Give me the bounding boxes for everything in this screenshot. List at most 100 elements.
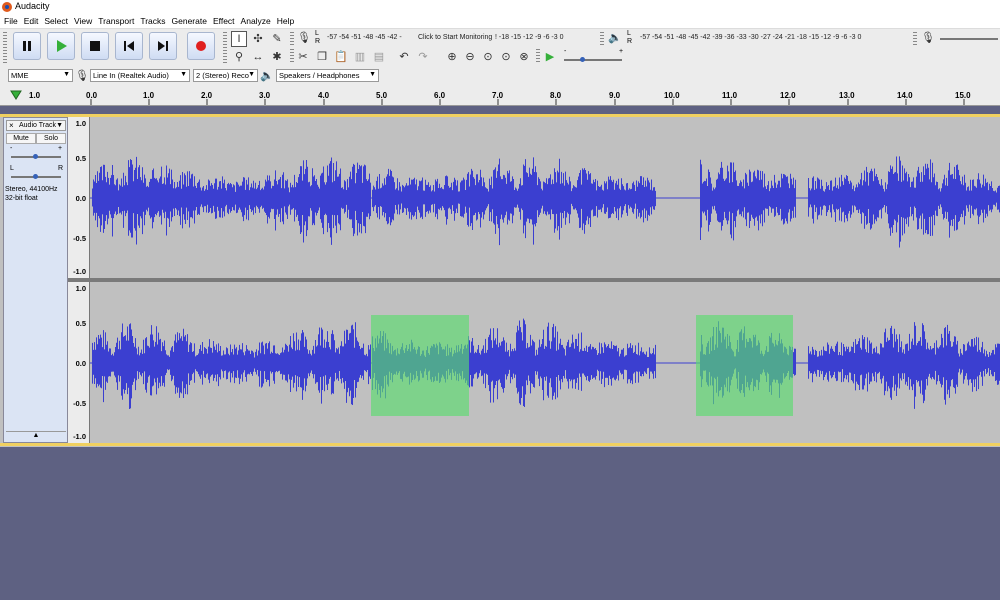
zoom-toggle-icon[interactable]: ⊗ xyxy=(516,49,532,65)
track-info-bitdepth: 32-bit float xyxy=(5,195,38,202)
menu-generate[interactable]: Generate xyxy=(169,14,210,26)
track-info-format: Stereo, 44100Hz xyxy=(5,186,58,193)
title-bar: Audacity xyxy=(0,0,1000,14)
pan-left-label: L xyxy=(10,165,14,172)
input-volume-slider[interactable] xyxy=(940,38,998,40)
menu-analyze[interactable]: Analyze xyxy=(238,14,274,26)
window-title: Audacity xyxy=(15,1,50,11)
record-button[interactable] xyxy=(187,32,215,60)
record-meter-l: L xyxy=(315,30,319,37)
play-icon xyxy=(57,40,67,52)
play-at-speed-icon[interactable]: ▶ xyxy=(542,49,558,65)
menu-tracks[interactable]: Tracks xyxy=(137,14,168,26)
ruler-label: 12.0 xyxy=(780,91,796,100)
record-icon xyxy=(196,41,206,51)
paste-icon[interactable]: 📋 xyxy=(333,49,349,65)
ruler-label: 2.0 xyxy=(201,91,213,100)
track-control-panel: × Audio Track ▼ Mute Solo - + L R Stereo… xyxy=(3,117,68,443)
ruler-label: 15.0 xyxy=(955,91,971,100)
trim-icon[interactable]: ▥ xyxy=(352,49,368,65)
menu-select[interactable]: Select xyxy=(41,14,71,26)
skip-to-end-icon xyxy=(158,41,168,51)
ruler-label: 9.0 xyxy=(609,91,621,100)
fit-selection-icon[interactable]: ⊙ xyxy=(480,49,496,65)
timeshift-tool-icon[interactable]: ↔ xyxy=(250,49,266,65)
envelope-tool-icon[interactable]: ✣ xyxy=(250,31,266,47)
speaker-icon[interactable]: 🔈 xyxy=(607,30,623,46)
collapse-track-button[interactable]: ▲ xyxy=(6,431,66,442)
toolbar-grip[interactable] xyxy=(536,49,540,63)
play-button[interactable] xyxy=(47,32,75,60)
zoom-tool-icon[interactable]: ⚲ xyxy=(231,49,247,65)
pause-button[interactable] xyxy=(13,32,41,60)
amplitude-label: 0.5 xyxy=(75,319,86,328)
gain-slider-knob[interactable] xyxy=(33,154,38,159)
play-speed-slider[interactable] xyxy=(564,59,622,61)
stop-icon xyxy=(90,41,100,51)
input-device-select[interactable]: Line In (Realtek Audio) ▼ xyxy=(90,69,190,82)
mute-button[interactable]: Mute xyxy=(6,133,36,144)
zoom-out-icon[interactable]: ⊖ xyxy=(462,49,478,65)
cut-icon[interactable]: ✂ xyxy=(295,49,311,65)
amplitude-label: -1.0 xyxy=(73,432,86,441)
ruler-label: 4.0 xyxy=(318,91,330,100)
pan-slider-knob[interactable] xyxy=(33,174,38,179)
play-meter-ticks: -57 -54 -51 -48 -45 -42 -39 -36 -33 -30 … xyxy=(640,34,862,41)
silence-icon[interactable]: ▤ xyxy=(371,49,387,65)
zoom-in-icon[interactable]: ⊕ xyxy=(444,49,460,65)
selection-region[interactable] xyxy=(696,315,793,416)
menu-help[interactable]: Help xyxy=(274,14,297,26)
toolbar-grip[interactable] xyxy=(290,49,294,63)
fit-project-icon[interactable]: ⊙ xyxy=(498,49,514,65)
track-name: Audio Track xyxy=(19,122,56,129)
channels-select[interactable]: 2 (Stereo) Reco ▼ xyxy=(193,69,258,82)
record-meter-prompt[interactable]: Click to Start Monitoring xyxy=(418,34,492,41)
toolbar-grip[interactable] xyxy=(3,32,7,64)
menu-file[interactable]: File xyxy=(0,14,21,26)
menu-edit[interactable]: Edit xyxy=(21,14,42,26)
menu-transport[interactable]: Transport xyxy=(95,14,137,26)
menu-effect[interactable]: Effect xyxy=(210,14,238,26)
ruler-label: 6.0 xyxy=(434,91,446,100)
toolbar-grip[interactable] xyxy=(600,32,604,46)
close-icon[interactable]: × xyxy=(9,121,14,130)
ruler-label: 5.0 xyxy=(376,91,388,100)
output-device-select[interactable]: Speakers / Headphones ▼ xyxy=(276,69,379,82)
ruler-label: 8.0 xyxy=(550,91,562,100)
selection-region[interactable] xyxy=(371,315,469,416)
left-channel-waveform[interactable] xyxy=(90,117,1000,278)
selection-tool-icon[interactable]: I xyxy=(231,31,247,47)
toolbar-grip[interactable] xyxy=(223,32,227,64)
waveform[interactable] xyxy=(90,282,1000,443)
multi-tool-icon[interactable]: ✱ xyxy=(269,49,285,65)
undo-icon[interactable]: ↶ xyxy=(396,49,412,65)
skip-to-end-button[interactable] xyxy=(149,32,177,60)
stop-button[interactable] xyxy=(81,32,109,60)
track-menu-button[interactable]: × Audio Track ▼ xyxy=(6,120,66,131)
solo-button[interactable]: Solo xyxy=(36,133,66,144)
microphone-icon[interactable]: 🎙 xyxy=(296,30,312,46)
copy-icon[interactable]: ❐ xyxy=(314,49,330,65)
ruler-label: 0.0 xyxy=(86,91,98,100)
draw-tool-icon[interactable]: ✎ xyxy=(269,31,285,47)
amplitude-label: 0.0 xyxy=(75,359,86,368)
chevron-down-icon: ▼ xyxy=(369,71,376,78)
toolbar-grip[interactable] xyxy=(913,32,917,46)
timeline-ruler[interactable]: 1.0 0.0 1.0 2.0 3.0 4.0 5.0 6.0 7.0 8.0 … xyxy=(0,87,1000,106)
play-speed-knob[interactable] xyxy=(580,57,585,62)
input-device-value: Line In (Realtek Audio) xyxy=(93,71,169,80)
redo-icon[interactable]: ↷ xyxy=(415,49,431,65)
microphone-icon: 🎙 xyxy=(75,70,89,82)
skip-to-start-button[interactable] xyxy=(115,32,143,60)
waveform[interactable] xyxy=(90,117,1000,278)
ruler-label: 1.0 xyxy=(29,91,41,100)
skip-to-start-icon xyxy=(124,41,134,51)
toolbar-grip[interactable] xyxy=(290,32,294,46)
ruler-label: 14.0 xyxy=(897,91,913,100)
audio-host-select[interactable]: MME ▼ xyxy=(8,69,73,82)
audio-host-value: MME xyxy=(11,71,29,80)
window-bottom-border xyxy=(0,443,1000,446)
menu-view[interactable]: View xyxy=(71,14,95,26)
ruler-label: 3.0 xyxy=(259,91,271,100)
right-channel-waveform[interactable] xyxy=(90,282,1000,443)
